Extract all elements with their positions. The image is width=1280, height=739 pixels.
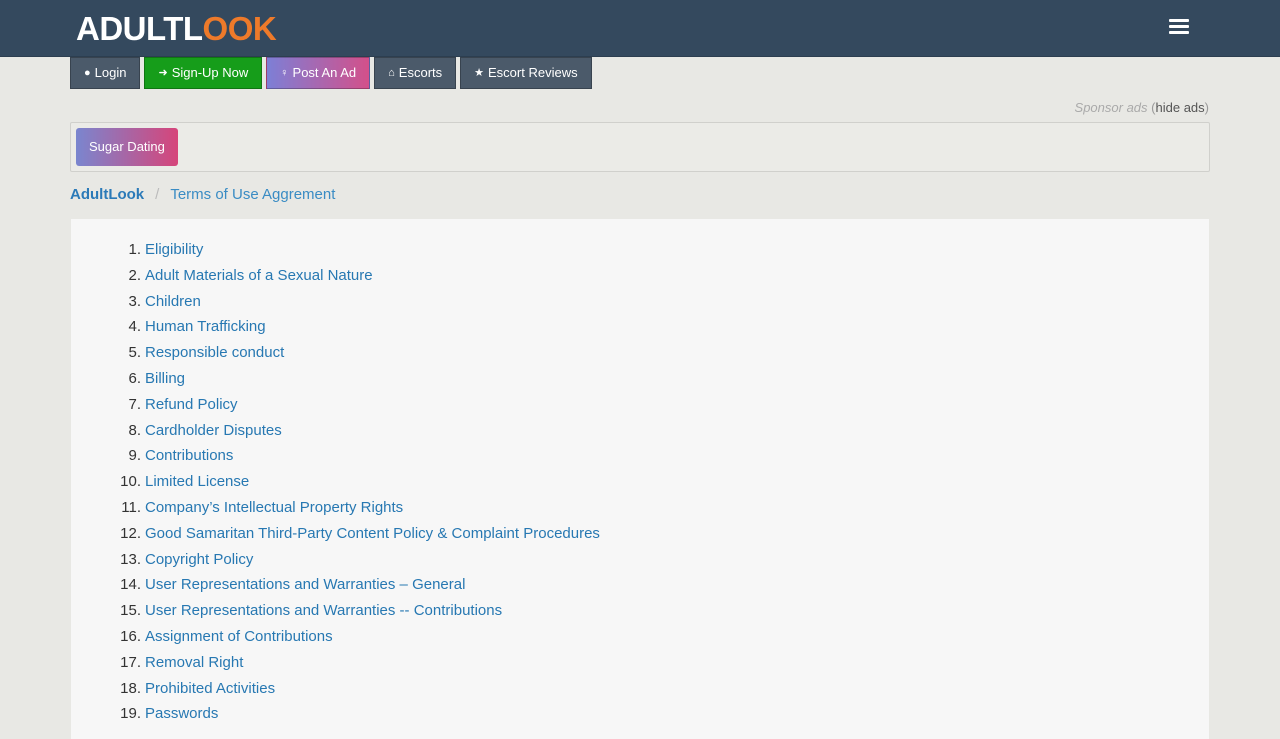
toc-link[interactable]: Billing	[145, 370, 185, 388]
logo-text-adultl: ADULTL	[76, 10, 203, 47]
post-ad-button[interactable]: ♀ Post An Ad	[266, 57, 371, 89]
toc-number: 9.	[128, 447, 141, 465]
toc-number: 4.	[128, 318, 141, 336]
toc-link[interactable]: Human Trafficking	[145, 318, 266, 336]
breadcrumb: AdultLook / Terms of Use Aggrement	[70, 186, 335, 203]
logo-text-oo: OO	[202, 10, 254, 47]
toc-number: 6.	[128, 369, 141, 387]
toc-link[interactable]: Responsible conduct	[145, 344, 284, 362]
toc-link[interactable]: Children	[145, 293, 201, 311]
toc-number: 5.	[128, 344, 141, 362]
toc-number: 8.	[128, 421, 141, 439]
signup-button[interactable]: ➜ Sign-Up Now	[144, 57, 263, 89]
sugar-dating-ad-button[interactable]: Sugar Dating	[76, 128, 178, 166]
post-ad-label: Post An Ad	[292, 65, 357, 80]
toc-number: 2.	[128, 266, 141, 284]
site-logo[interactable]: ADULTLOOK	[76, 9, 277, 49]
toc-number: 11.	[121, 498, 141, 516]
home-icon: ⌂	[388, 67, 395, 79]
toc-link[interactable]: Removal Right	[145, 654, 243, 672]
toc-link[interactable]: Good Samaritan Third-Party Content Polic…	[145, 525, 600, 543]
toc-number: 10.	[120, 473, 141, 491]
female-icon: ♀	[280, 67, 289, 79]
toc-number: 12.	[120, 524, 141, 542]
toc-link[interactable]: Company’s Intellectual Property Rights	[145, 499, 403, 517]
star-icon: ★	[474, 67, 485, 79]
escorts-label: Escorts	[398, 65, 443, 80]
action-button-bar: ● Login ➜ Sign-Up Now ♀ Post An Ad ⌂ Esc…	[70, 57, 592, 89]
toc-number: 19.	[120, 705, 141, 723]
toc-link[interactable]: Passwords	[145, 705, 218, 723]
toc-link[interactable]: Prohibited Activities	[145, 680, 275, 698]
sponsor-label: Sponsor ads	[1074, 100, 1148, 115]
hide-ads-link[interactable]: hide ads	[1156, 100, 1205, 115]
toc-link[interactable]: Eligibility	[145, 241, 203, 259]
toc-number: 16.	[120, 627, 141, 645]
breadcrumb-current[interactable]: Terms of Use Aggrement	[170, 186, 335, 203]
toc-number: 15.	[120, 602, 141, 620]
toc-number: 18.	[120, 679, 141, 697]
terms-content-panel: 1. Eligibility 2. Adult Materials of a Sex…	[71, 219, 1209, 739]
hamburger-menu-icon[interactable]	[1167, 16, 1191, 40]
toc-number: 14.	[120, 576, 141, 594]
escort-reviews-label: Escort Reviews	[488, 65, 578, 80]
sign-in-icon: ➜	[158, 67, 168, 79]
toc-link[interactable]: User Representations and Warranties -- C…	[145, 602, 502, 620]
escort-reviews-button[interactable]: ★ Escort Reviews	[460, 57, 592, 89]
toc-number: 1.	[128, 241, 141, 258]
top-navbar: ADULTLOOK	[0, 0, 1280, 57]
breadcrumb-home-link[interactable]: AdultLook	[70, 186, 144, 203]
toc-link[interactable]: Contributions	[145, 447, 233, 465]
toc-link[interactable]: Refund Policy	[145, 396, 238, 414]
toc-link[interactable]: Adult Materials of a Sexual Nature	[145, 267, 373, 285]
sponsor-ads-notice: Sponsor ads (hide ads)	[1075, 100, 1209, 115]
toc-number: 7.	[128, 395, 141, 413]
toc-link[interactable]: Assignment of Contributions	[145, 628, 333, 646]
user-icon: ●	[84, 67, 91, 79]
signup-label: Sign-Up Now	[171, 65, 249, 80]
logo-text-k: K	[252, 10, 277, 47]
breadcrumb-separator: /	[155, 186, 160, 203]
sponsor-ad-box: Sugar Dating	[70, 122, 1210, 172]
toc-number: 17.	[120, 653, 141, 671]
toc-link[interactable]: Limited License	[145, 473, 249, 491]
escorts-button[interactable]: ⌂ Escorts	[374, 57, 457, 89]
toc-link[interactable]: Cardholder Disputes	[145, 422, 282, 440]
login-button[interactable]: ● Login	[70, 57, 141, 89]
toc-number: 3.	[128, 292, 141, 310]
toc-link[interactable]: Copyright Policy	[145, 551, 253, 569]
login-label: Login	[94, 65, 127, 80]
toc-link[interactable]: User Representations and Warranties – Ge…	[145, 576, 465, 594]
paren-close: )	[1204, 100, 1209, 115]
toc-number: 13.	[120, 550, 141, 568]
